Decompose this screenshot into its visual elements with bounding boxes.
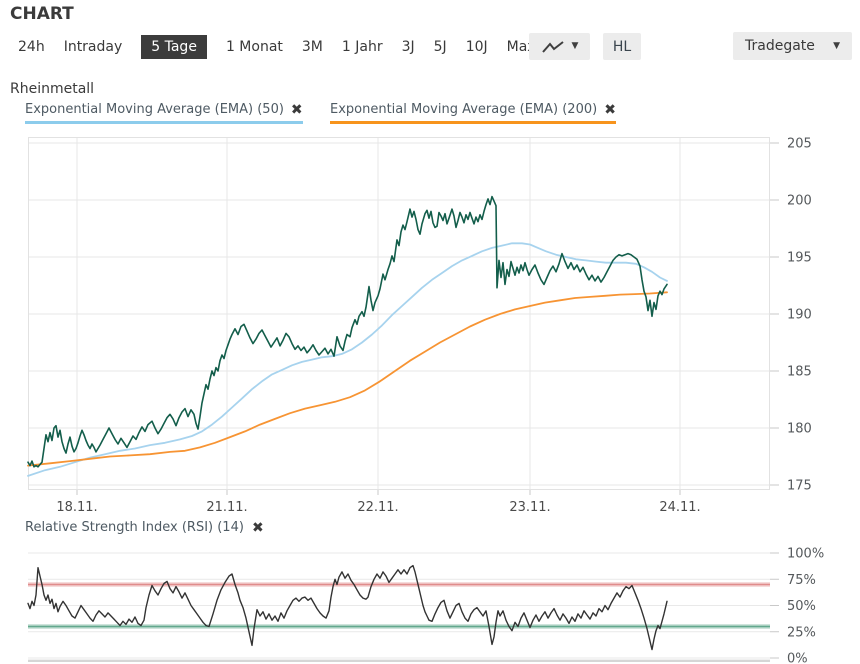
rsi-y-axis-label: 100% <box>787 547 824 562</box>
instrument-name: Rheinmetall <box>10 81 94 97</box>
series-line-rheinmetall-kurs <box>28 197 667 467</box>
chevron-down-icon: ▼ <box>572 42 579 51</box>
indicator-label: Relative Strength Index (RSI) (14) <box>25 520 244 535</box>
x-axis-label: 22.11. <box>357 500 398 515</box>
main-y-axis-label: 195 <box>787 251 812 266</box>
x-axis-label: 21.11. <box>206 500 247 515</box>
rsi-y-axis-label: 75% <box>787 573 816 588</box>
range-tab-intraday[interactable]: Intraday <box>64 39 123 55</box>
range-tab-3j[interactable]: 3J <box>402 39 415 55</box>
main-y-axis-label: 185 <box>787 365 812 380</box>
rsi-y-axis-label: 50% <box>787 599 816 614</box>
indicator-badge-ema50: Exponential Moving Average (EMA) (50) ✖ <box>25 102 303 124</box>
chart-module: 205 200 195 190 185 180 175 18.11. 21.11. 22.11. 2… <box>0 0 860 664</box>
range-tabs: 24hIntraday5 Tage1 Monat3M1 Jahr3J5J10JM… <box>18 33 536 60</box>
main-y-axis-label: 175 <box>787 479 812 494</box>
series-line-rsi-14 <box>28 566 667 650</box>
chevron-down-icon: ▼ <box>833 42 840 51</box>
main-y-axis-label: 205 <box>787 137 812 152</box>
x-axis-label: 23.11. <box>509 500 550 515</box>
exchange-select-value: Tradegate <box>745 38 815 54</box>
page-title: CHART <box>10 4 74 24</box>
charts-canvas: 205 200 195 190 185 180 175 18.11. 21.11. 22.11. 2… <box>0 0 860 664</box>
range-tab-5-tage[interactable]: 5 Tage <box>141 35 207 59</box>
indicator-badge-ema200: Exponential Moving Average (EMA) (200) ✖ <box>330 102 616 124</box>
close-icon[interactable]: ✖ <box>604 103 616 117</box>
series-line-ema-200 <box>28 292 667 465</box>
rsi-y-axis-label: 25% <box>787 625 816 640</box>
close-icon[interactable]: ✖ <box>252 521 264 535</box>
range-tab-24h[interactable]: 24h <box>18 39 45 55</box>
main-y-axis-label: 200 <box>787 194 812 209</box>
exchange-select[interactable]: Tradegate ▼ <box>733 32 852 60</box>
range-tab-5j[interactable]: 5J <box>434 39 447 55</box>
range-tab-10j[interactable]: 10J <box>466 39 488 55</box>
x-axis-label: 18.11. <box>56 500 97 515</box>
hl-button[interactable]: HL <box>603 33 641 60</box>
x-axis-label: 24.11. <box>659 500 700 515</box>
indicator-label: Exponential Moving Average (EMA) (200) <box>330 102 597 117</box>
main-y-axis-label: 190 <box>787 308 812 323</box>
close-icon[interactable]: ✖ <box>291 103 303 117</box>
main-y-axis-label: 180 <box>787 422 812 437</box>
indicator-badge-rsi: Relative Strength Index (RSI) (14) ✖ <box>25 520 264 535</box>
chart-type-button[interactable]: ▼ <box>529 33 590 60</box>
series-line-ema-50 <box>28 243 667 476</box>
range-tab-1-monat[interactable]: 1 Monat <box>226 39 283 55</box>
line-chart-icon <box>541 39 565 55</box>
range-tab-3m[interactable]: 3M <box>302 39 323 55</box>
indicator-label: Exponential Moving Average (EMA) (50) <box>25 102 284 117</box>
rsi-y-axis-label: 0% <box>787 652 808 664</box>
range-tab-1-jahr[interactable]: 1 Jahr <box>342 39 383 55</box>
